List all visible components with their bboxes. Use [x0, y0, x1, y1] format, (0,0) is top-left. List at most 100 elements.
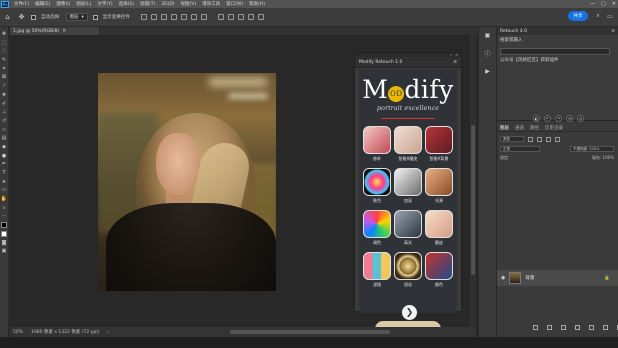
hand-icon[interactable]: ✋	[1, 196, 7, 202]
move-icon[interactable]: ✥	[1, 31, 7, 37]
tab-paths[interactable]: 路径	[530, 125, 539, 131]
maximize-icon[interactable]: □	[601, 1, 606, 7]
retouch-item[interactable]: 肤色	[362, 168, 392, 209]
search-icon[interactable]: ⌕	[594, 12, 602, 20]
retouch-item[interactable]: 滤镜	[362, 252, 392, 293]
vertical-scrollbar[interactable]	[470, 35, 476, 327]
collapse-icon[interactable]: «	[450, 53, 452, 57]
shape-icon[interactable]: ▭	[1, 187, 7, 193]
history-brush-icon[interactable]: ↺	[1, 118, 7, 124]
zoom-icon[interactable]: ⌕	[1, 205, 7, 211]
pixel-filter-icon[interactable]	[528, 136, 533, 142]
pen-icon[interactable]: ✒	[1, 161, 7, 167]
play-icon[interactable]: ▶	[484, 67, 492, 75]
mask-icon[interactable]	[561, 325, 566, 330]
stamp-icon[interactable]: ⊥	[1, 109, 7, 115]
path-select-icon[interactable]: ➤	[1, 179, 7, 185]
menu-view[interactable]: 视图(V)	[178, 1, 200, 7]
eraser-icon[interactable]: ▱	[1, 127, 7, 133]
menu-layer[interactable]: 图层(L)	[73, 1, 94, 7]
frame-icon[interactable]: ⊠	[1, 74, 7, 80]
auto-select-checkbox[interactable]	[31, 14, 36, 20]
menu-filter[interactable]: 滤镜(T)	[137, 1, 158, 7]
menu-plugins[interactable]: 增效工具	[199, 1, 223, 7]
menu-type[interactable]: 文字(Y)	[94, 1, 115, 7]
menu-image[interactable]: 图像(I)	[53, 1, 73, 7]
retouch-item[interactable]: 加深	[393, 168, 423, 209]
distribute-icon[interactable]	[200, 14, 207, 20]
fill-field[interactable]: 填充: 100%	[592, 155, 614, 161]
adjustment-filter-icon[interactable]	[537, 136, 542, 142]
show-transform-checkbox[interactable]	[92, 14, 98, 20]
3d-roll-icon[interactable]	[227, 14, 234, 20]
close-icon[interactable]: ✕	[612, 1, 616, 7]
menu-3d[interactable]: 3D(D)	[158, 2, 177, 7]
more-tools-icon[interactable]: ⋯	[1, 213, 7, 219]
tab-history[interactable]: 历史记录	[545, 125, 563, 131]
brush-icon[interactable]: ✐	[1, 101, 7, 107]
minimize-icon[interactable]: —	[590, 1, 595, 7]
lasso-icon[interactable]: ◌	[1, 48, 7, 54]
type-filter-icon[interactable]	[546, 136, 551, 142]
workspace-icon[interactable]: ▭	[606, 12, 614, 20]
eyedropper-icon[interactable]: ⁄	[1, 83, 7, 89]
menu-help[interactable]: 帮助(H)	[246, 1, 268, 7]
portrait-photo[interactable]	[98, 73, 276, 291]
menu-window[interactable]: 窗口(W)	[223, 1, 246, 7]
quick-select-icon[interactable]: ✎	[1, 57, 7, 63]
contrast-icon[interactable]: ◐	[533, 115, 540, 122]
chevron-right-icon[interactable]: ›	[107, 330, 109, 335]
shape-filter-icon[interactable]	[555, 136, 560, 142]
retouch-item[interactable]: 颜色	[424, 252, 454, 293]
3d-drag-icon[interactable]	[237, 14, 244, 20]
marquee-icon[interactable]: ⬚	[1, 40, 7, 46]
retouch-item[interactable]: 智能A醒皮	[393, 126, 423, 167]
crop-icon[interactable]: ⌗	[1, 66, 7, 72]
align-left-icon[interactable]	[140, 14, 147, 20]
retouch-item[interactable]: 智能A背景	[424, 126, 454, 167]
align-middle-icon[interactable]	[180, 14, 187, 20]
3d-slide-icon[interactable]	[247, 14, 254, 20]
share-button[interactable]: 共享	[568, 11, 588, 21]
next-page-button[interactable]: ❯	[402, 305, 417, 320]
close-tab-icon[interactable]: ✕	[62, 29, 66, 34]
blend-mode-select[interactable]: 正常	[500, 146, 540, 152]
retouch-panel-title[interactable]: Retouch 4.0	[500, 29, 527, 34]
blur-icon[interactable]: ◆	[1, 144, 7, 150]
menu-edit[interactable]: 编辑(E)	[32, 1, 53, 7]
foreground-color-swatch[interactable]	[1, 222, 7, 229]
retouch-item[interactable]: 高光	[393, 210, 423, 251]
gradient-icon[interactable]: ▤	[1, 135, 7, 141]
zoom-level[interactable]: 50%	[13, 330, 23, 335]
search-input[interactable]	[500, 48, 610, 55]
new-layer-icon[interactable]	[603, 325, 608, 330]
align-bottom-icon[interactable]	[190, 14, 197, 20]
tab-layers[interactable]: 图层	[500, 125, 509, 131]
fx-icon[interactable]	[547, 325, 552, 330]
type-icon[interactable]: T	[1, 170, 7, 176]
link-icon[interactable]	[533, 325, 538, 330]
menu-icon[interactable]: ≡	[453, 60, 457, 65]
retouch-item[interactable]: 修补	[362, 126, 392, 167]
move-tool-icon[interactable]: ✥	[17, 13, 26, 22]
close-icon[interactable]: ✕	[455, 53, 458, 57]
tab-channels[interactable]: 通道	[515, 125, 524, 131]
snapshot-icon[interactable]: ⊙	[577, 115, 584, 122]
background-color-swatch[interactable]	[1, 230, 7, 237]
align-top-icon[interactable]	[170, 14, 177, 20]
menu-file[interactable]: 文件(F)	[11, 1, 32, 7]
retouch-item[interactable]: 调色	[362, 210, 392, 251]
home-icon[interactable]: ⌂	[3, 13, 12, 22]
horizontal-scrollbar[interactable]	[230, 330, 390, 334]
align-right-icon[interactable]	[160, 14, 167, 20]
kind-select[interactable]: 类型	[500, 136, 524, 142]
opacity-field[interactable]: 不透明度: 100%	[570, 146, 614, 152]
retouch-item[interactable]: 锐化	[393, 252, 423, 293]
quick-mask-icon[interactable]: ◙	[1, 240, 7, 246]
retouch-item[interactable]: 光源	[424, 168, 454, 209]
layer-select-dropdown[interactable]: 图层 ▾	[65, 13, 88, 21]
retouch-item[interactable]: 磨皮	[424, 210, 454, 251]
layer-row[interactable]: ◉ 背景 🔒	[497, 270, 618, 286]
screen-mode-icon[interactable]: ▣	[1, 248, 7, 254]
adjustment-icon[interactable]	[575, 325, 580, 330]
